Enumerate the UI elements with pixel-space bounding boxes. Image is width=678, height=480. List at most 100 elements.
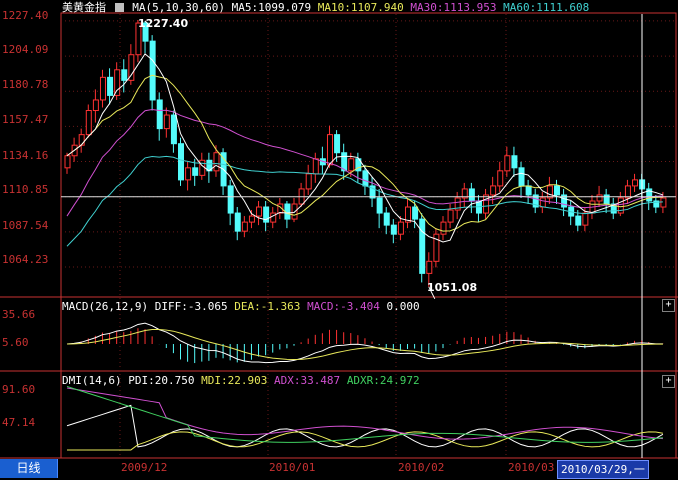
candle-body: [596, 194, 603, 202]
macd-tick-1: 5.60: [2, 336, 29, 349]
candle-body: [468, 188, 475, 202]
candle-body: [362, 170, 369, 187]
macd-header: MACD(26,12,9) DIFF:-3.065 DEA:-1.363 MAC…: [62, 300, 420, 313]
candle-body: [412, 206, 419, 220]
price-tick-4: 1134.16: [2, 149, 49, 162]
candle-body: [447, 209, 454, 223]
price-tick-2: 1180.78: [2, 78, 49, 91]
price-tick-3: 1157.47: [2, 113, 49, 126]
candle-body: [92, 99, 99, 112]
dmi-header: DMI(14,6) PDI:20.750 MDI:22.903 ADX:33.4…: [62, 374, 420, 387]
candle-body: [213, 152, 220, 172]
candle-body: [546, 185, 553, 199]
candle-body: [539, 197, 546, 208]
macd-params: MACD(26,12,9): [62, 300, 149, 313]
ma10-value: MA10:1107.940: [317, 1, 404, 14]
candle-body: [348, 158, 355, 172]
candle-body: [660, 197, 667, 208]
candle-body: [156, 99, 163, 130]
candle-body: [490, 185, 497, 196]
cursor-date-readout: 2010/03/29,一: [557, 460, 649, 479]
ma5-value: MA5:1099.079: [231, 1, 312, 14]
price-tick-6: 1087.54: [2, 219, 49, 232]
candle-body: [99, 76, 106, 101]
candle-body: [397, 221, 404, 235]
candle-body: [227, 185, 234, 214]
price-tick-7: 1064.23: [2, 253, 49, 266]
candle-body: [383, 212, 390, 226]
dmi-adxr-line: [66, 385, 663, 443]
macd-dea-value: DEA:-1.363: [234, 300, 301, 313]
candle-body: [575, 215, 582, 226]
candle-body: [64, 155, 71, 169]
price-tick-0: 1227.40: [2, 9, 49, 22]
dmi-adx-line: [66, 387, 663, 440]
dmi-params: DMI(14,6): [62, 374, 122, 387]
ma-settings-icon[interactable]: [114, 3, 124, 12]
candle-body: [248, 215, 255, 223]
candle-body: [511, 155, 518, 169]
candle-body: [440, 221, 447, 235]
candle-body: [178, 143, 185, 181]
candle-body: [192, 167, 199, 176]
date-label-jan: 2010/01: [269, 461, 316, 474]
candle-body: [426, 260, 433, 274]
candle-body: [326, 134, 333, 166]
candle-body: [107, 76, 114, 96]
period-tab-daily[interactable]: 日线: [0, 459, 58, 478]
instrument-title: 美黄金指: [62, 1, 106, 14]
date-label-dec: 2009/12: [121, 461, 168, 474]
candle-body: [483, 194, 490, 214]
macd-tick-0: 35.66: [2, 308, 36, 321]
candle-body: [390, 224, 397, 235]
dmi-pdi-value: PDI:20.750: [128, 374, 195, 387]
candle-body: [553, 185, 560, 196]
candle-body: [234, 212, 241, 232]
dmi-pdi-line: [66, 404, 664, 448]
price-tick-5: 1110.85: [2, 183, 49, 196]
dmi-adxr-value: ADXR:24.972: [346, 374, 420, 387]
candle-body: [582, 212, 589, 226]
candle-body: [149, 40, 156, 101]
candle-body: [419, 218, 426, 274]
price-tick-1: 1204.09: [2, 43, 49, 56]
macd-expand-button[interactable]: +: [662, 299, 675, 312]
low-price-label: 1051.08: [427, 281, 478, 294]
chart-canvas[interactable]: [0, 0, 678, 480]
candle-body: [497, 170, 504, 187]
candle-body: [199, 159, 206, 176]
candle-body: [624, 185, 631, 199]
candle-body: [256, 206, 263, 217]
dmi-expand-button[interactable]: +: [662, 375, 675, 388]
candle-body: [163, 114, 170, 130]
ma30-value: MA30:1113.953: [410, 1, 497, 14]
candle-body: [334, 134, 341, 154]
high-price-label: 1227.40: [138, 17, 189, 30]
date-label-mar: 2010/03: [508, 461, 555, 474]
candle-body: [525, 185, 532, 196]
candle-body: [632, 179, 639, 187]
ma-params: MA(5,10,30,60): [132, 1, 225, 14]
macd-diff-value: DIFF:-3.065: [154, 300, 228, 313]
candle-body: [241, 221, 248, 232]
date-label-feb: 2010/02: [398, 461, 445, 474]
candle-body: [85, 110, 92, 136]
candle-body: [78, 134, 85, 146]
main-header: 美黄金指 MA(5,10,30,60) MA5:1099.079 MA10:11…: [62, 1, 589, 14]
dmi-mdi-value: MDI:22.903: [201, 374, 268, 387]
candle-body: [518, 167, 525, 187]
candle-body: [305, 173, 312, 190]
candle-body: [185, 167, 192, 181]
dmi-tick-0: 91.60: [2, 383, 36, 396]
candle-body: [504, 155, 511, 172]
candle-body: [312, 158, 319, 175]
candle-body: [376, 197, 383, 214]
candle-body: [170, 114, 177, 145]
macd-bar-value: MACD:-3.404: [307, 300, 380, 313]
candle-body: [114, 69, 121, 96]
macd-dea-line: [66, 329, 663, 361]
candle-body: [121, 69, 128, 81]
dmi-adx-value: ADX:33.487: [273, 374, 341, 387]
ma60-value: MA60:1111.608: [503, 1, 590, 14]
macd-zero-value: 0.000: [386, 300, 420, 313]
